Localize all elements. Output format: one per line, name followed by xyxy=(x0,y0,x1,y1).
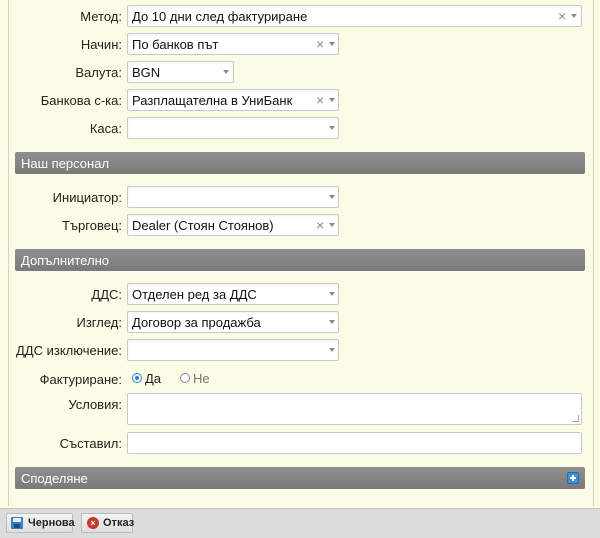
vat-row: ДДС: Отделен ред за ДДС xyxy=(0,283,600,305)
method-select[interactable]: До 10 дни след фактуриране × xyxy=(127,5,582,27)
conditions-row: Условия: xyxy=(0,393,600,425)
clear-icon[interactable]: × xyxy=(558,8,566,24)
method-label: Метод: xyxy=(80,9,122,24)
chevron-down-icon[interactable] xyxy=(329,320,335,324)
vat-exemption-row: ДДС изключение: xyxy=(0,339,600,361)
clear-icon[interactable]: × xyxy=(316,92,324,108)
chevron-down-icon[interactable] xyxy=(329,195,335,199)
initiator-row: Инициатор: xyxy=(0,186,600,208)
initiator-select[interactable] xyxy=(127,186,339,208)
method-row: Метод: До 10 дни след фактуриране × xyxy=(0,5,600,27)
chevron-down-icon[interactable] xyxy=(329,98,335,102)
view-row: Изглед: Договор за продажба xyxy=(0,311,600,333)
extra-section-title: Допълнително xyxy=(21,253,109,268)
chevron-down-icon[interactable] xyxy=(329,348,335,352)
dealer-value: Dealer (Стоян Стоянов) xyxy=(132,218,274,233)
chevron-down-icon[interactable] xyxy=(329,223,335,227)
invoicing-yes-label[interactable]: Да xyxy=(145,371,161,386)
currency-row: Валута: BGN xyxy=(0,61,600,83)
author-label: Съставил: xyxy=(59,436,122,451)
currency-value: BGN xyxy=(132,65,161,80)
view-value: Договор за продажба xyxy=(132,315,261,330)
bank-account-select[interactable]: Разплащателна в УниБанк × xyxy=(127,89,339,111)
clear-icon[interactable]: × xyxy=(316,36,324,52)
vat-value: Отделен ред за ДДС xyxy=(132,287,257,302)
vat-exemption-label: ДДС изключение: xyxy=(16,343,122,358)
invoicing-label: Фактуриране: xyxy=(39,372,122,387)
cashbox-label: Каса: xyxy=(89,121,122,136)
clear-icon[interactable]: × xyxy=(316,217,324,233)
author-row: Съставил: xyxy=(0,432,600,454)
bank-account-value: Разплащателна в УниБанк xyxy=(132,93,293,108)
author-input[interactable] xyxy=(127,432,582,454)
bank-account-row: Банкова с-ка: Разплащателна в УниБанк × xyxy=(0,89,600,111)
currency-select[interactable]: BGN xyxy=(127,61,234,83)
cashbox-row: Каса: xyxy=(0,117,600,139)
dealer-label: Търговец: xyxy=(61,218,122,233)
sharing-section-header[interactable]: Споделяне xyxy=(15,467,585,489)
conditions-textarea[interactable] xyxy=(127,393,582,425)
conditions-label: Условия: xyxy=(68,397,122,412)
dealer-select[interactable]: Dealer (Стоян Стоянов) × xyxy=(127,214,339,236)
invoicing-row: Фактуриране: Да Не xyxy=(0,368,600,390)
extra-section-header[interactable]: Допълнително xyxy=(15,249,585,271)
view-label: Изглед: xyxy=(76,315,123,330)
initiator-label: Инициатор: xyxy=(52,190,122,205)
draft-button[interactable]: Чернова xyxy=(6,513,75,533)
chevron-down-icon[interactable] xyxy=(223,70,229,74)
view-select[interactable]: Договор за продажба xyxy=(127,311,339,333)
chevron-down-icon[interactable] xyxy=(329,42,335,46)
chevron-down-icon[interactable] xyxy=(329,292,335,296)
cancel-icon: × xyxy=(87,517,99,529)
currency-label: Валута: xyxy=(75,65,122,80)
draft-button-label: Чернова xyxy=(28,517,75,529)
bank-account-label: Банкова с-ка: xyxy=(40,93,122,108)
chevron-down-icon[interactable] xyxy=(329,126,335,130)
invoicing-yes-radio[interactable] xyxy=(132,373,142,383)
chevron-down-icon[interactable] xyxy=(571,14,577,18)
vat-exemption-select[interactable] xyxy=(127,339,339,361)
staff-section-header[interactable]: Наш персонал xyxy=(15,152,585,174)
resize-handle-icon[interactable] xyxy=(572,415,579,422)
vat-select[interactable]: Отделен ред за ДДС xyxy=(127,283,339,305)
cashbox-select[interactable] xyxy=(127,117,339,139)
invoicing-no-radio[interactable] xyxy=(180,373,190,383)
cancel-button-label: Отказ xyxy=(103,517,135,529)
save-icon xyxy=(11,517,23,529)
method-value: До 10 дни след фактуриране xyxy=(132,9,308,24)
footer-toolbar: Чернова × Отказ xyxy=(0,508,600,538)
sharing-section-title: Споделяне xyxy=(21,471,88,486)
cancel-button[interactable]: × Отказ xyxy=(81,513,135,533)
way-select[interactable]: По банков път × xyxy=(127,33,339,55)
way-label: Начин: xyxy=(80,37,122,52)
dealer-row: Търговец: Dealer (Стоян Стоянов) × xyxy=(0,214,600,236)
vat-label: ДДС: xyxy=(91,287,122,302)
way-row: Начин: По банков път × xyxy=(0,33,600,55)
expand-plus-icon[interactable] xyxy=(567,472,579,484)
invoicing-no-label[interactable]: Не xyxy=(193,371,210,386)
way-value: По банков път xyxy=(132,37,219,52)
staff-section-title: Наш персонал xyxy=(21,156,110,171)
